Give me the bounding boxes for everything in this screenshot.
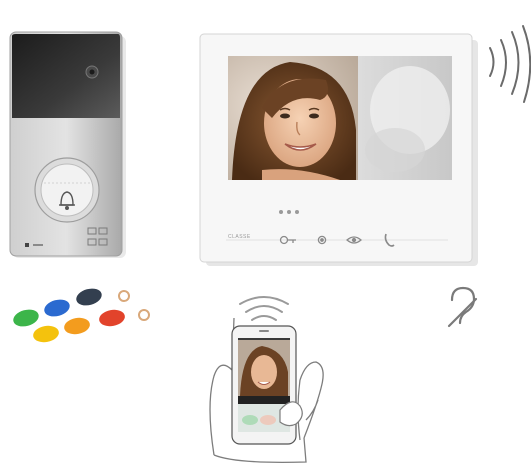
- monitor-brand-label: CLASSE: [228, 234, 251, 240]
- video-portrait: [228, 56, 358, 180]
- product-scene: CLASSE: [0, 0, 531, 467]
- hearing-aid-icon: [447, 286, 478, 328]
- fob-blue: [44, 299, 70, 317]
- video-monitor: [199, 33, 478, 266]
- wifi-icon: [239, 296, 289, 321]
- key-fobs: [13, 288, 150, 343]
- panel-camera-top: [12, 34, 120, 118]
- fob-red: [99, 309, 125, 327]
- scene-illustration: [9, 25, 531, 464]
- fob-dark: [76, 288, 102, 306]
- fob-yellow: [33, 325, 59, 343]
- fob-green: [13, 309, 39, 327]
- signal-arcs-icon: [489, 25, 531, 103]
- fob-orange: [64, 317, 90, 335]
- smartphone-app: [209, 317, 324, 464]
- door-entry-panel: [9, 31, 126, 258]
- monitor-dots: [279, 210, 299, 214]
